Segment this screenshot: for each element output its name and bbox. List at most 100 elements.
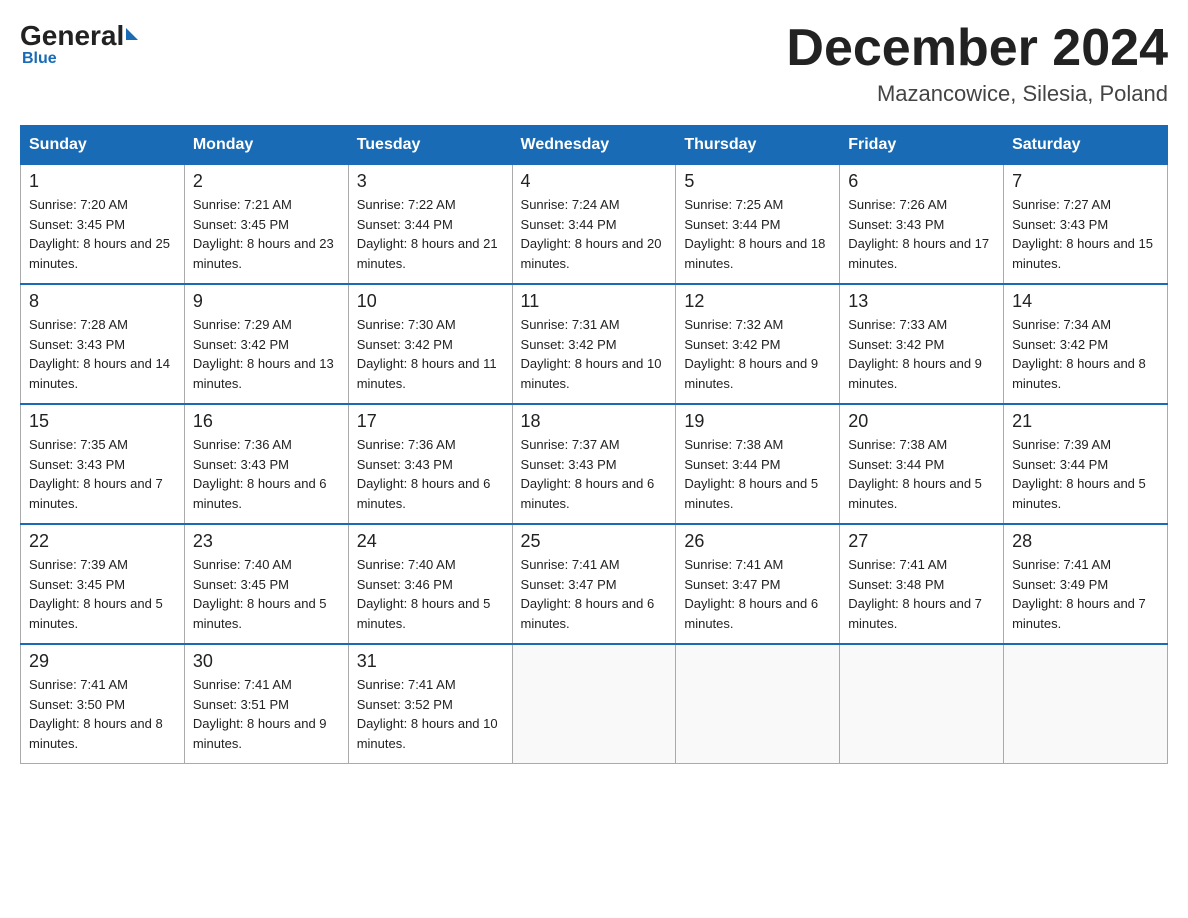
calendar-week-row: 15 Sunrise: 7:35 AMSunset: 3:43 PMDaylig… [21,404,1168,524]
table-row: 9 Sunrise: 7:29 AMSunset: 3:42 PMDayligh… [184,284,348,404]
day-info: Sunrise: 7:40 AMSunset: 3:45 PMDaylight:… [193,557,327,631]
day-number: 25 [521,531,668,552]
day-number: 1 [29,171,176,192]
table-row: 20 Sunrise: 7:38 AMSunset: 3:44 PMDaylig… [840,404,1004,524]
day-number: 24 [357,531,504,552]
col-tuesday: Tuesday [348,126,512,165]
logo-blue-part [124,32,138,40]
day-number: 17 [357,411,504,432]
day-number: 20 [848,411,995,432]
day-number: 18 [521,411,668,432]
table-row: 14 Sunrise: 7:34 AMSunset: 3:42 PMDaylig… [1004,284,1168,404]
day-number: 12 [684,291,831,312]
day-number: 23 [193,531,340,552]
calendar-week-row: 8 Sunrise: 7:28 AMSunset: 3:43 PMDayligh… [21,284,1168,404]
day-number: 5 [684,171,831,192]
logo-general-text: General [20,20,124,52]
day-info: Sunrise: 7:24 AMSunset: 3:44 PMDaylight:… [521,197,662,271]
table-row: 27 Sunrise: 7:41 AMSunset: 3:48 PMDaylig… [840,524,1004,644]
table-row: 19 Sunrise: 7:38 AMSunset: 3:44 PMDaylig… [676,404,840,524]
day-info: Sunrise: 7:34 AMSunset: 3:42 PMDaylight:… [1012,317,1146,391]
day-info: Sunrise: 7:41 AMSunset: 3:48 PMDaylight:… [848,557,982,631]
table-row [676,644,840,764]
day-number: 28 [1012,531,1159,552]
day-info: Sunrise: 7:41 AMSunset: 3:52 PMDaylight:… [357,677,498,751]
day-number: 27 [848,531,995,552]
day-info: Sunrise: 7:25 AMSunset: 3:44 PMDaylight:… [684,197,825,271]
table-row: 17 Sunrise: 7:36 AMSunset: 3:43 PMDaylig… [348,404,512,524]
table-row: 30 Sunrise: 7:41 AMSunset: 3:51 PMDaylig… [184,644,348,764]
day-info: Sunrise: 7:32 AMSunset: 3:42 PMDaylight:… [684,317,818,391]
table-row: 3 Sunrise: 7:22 AMSunset: 3:44 PMDayligh… [348,165,512,285]
table-row: 26 Sunrise: 7:41 AMSunset: 3:47 PMDaylig… [676,524,840,644]
col-monday: Monday [184,126,348,165]
day-number: 21 [1012,411,1159,432]
day-info: Sunrise: 7:21 AMSunset: 3:45 PMDaylight:… [193,197,334,271]
table-row: 7 Sunrise: 7:27 AMSunset: 3:43 PMDayligh… [1004,165,1168,285]
table-row: 1 Sunrise: 7:20 AMSunset: 3:45 PMDayligh… [21,165,185,285]
day-number: 11 [521,291,668,312]
day-info: Sunrise: 7:30 AMSunset: 3:42 PMDaylight:… [357,317,497,391]
day-info: Sunrise: 7:41 AMSunset: 3:51 PMDaylight:… [193,677,327,751]
title-block: December 2024 Mazancowice, Silesia, Pola… [786,20,1168,107]
day-number: 30 [193,651,340,672]
day-number: 13 [848,291,995,312]
day-number: 4 [521,171,668,192]
day-info: Sunrise: 7:28 AMSunset: 3:43 PMDaylight:… [29,317,170,391]
day-info: Sunrise: 7:38 AMSunset: 3:44 PMDaylight:… [684,437,818,511]
day-info: Sunrise: 7:39 AMSunset: 3:44 PMDaylight:… [1012,437,1146,511]
logo: General Blue [20,20,138,68]
table-row: 8 Sunrise: 7:28 AMSunset: 3:43 PMDayligh… [21,284,185,404]
day-info: Sunrise: 7:38 AMSunset: 3:44 PMDaylight:… [848,437,982,511]
calendar-week-row: 1 Sunrise: 7:20 AMSunset: 3:45 PMDayligh… [21,165,1168,285]
table-row: 22 Sunrise: 7:39 AMSunset: 3:45 PMDaylig… [21,524,185,644]
table-row: 5 Sunrise: 7:25 AMSunset: 3:44 PMDayligh… [676,165,840,285]
table-row [1004,644,1168,764]
day-info: Sunrise: 7:41 AMSunset: 3:47 PMDaylight:… [684,557,818,631]
day-info: Sunrise: 7:20 AMSunset: 3:45 PMDaylight:… [29,197,170,271]
table-row: 2 Sunrise: 7:21 AMSunset: 3:45 PMDayligh… [184,165,348,285]
day-info: Sunrise: 7:27 AMSunset: 3:43 PMDaylight:… [1012,197,1153,271]
day-number: 7 [1012,171,1159,192]
day-info: Sunrise: 7:41 AMSunset: 3:47 PMDaylight:… [521,557,655,631]
table-row: 13 Sunrise: 7:33 AMSunset: 3:42 PMDaylig… [840,284,1004,404]
location-title: Mazancowice, Silesia, Poland [786,81,1168,107]
day-number: 31 [357,651,504,672]
table-row: 10 Sunrise: 7:30 AMSunset: 3:42 PMDaylig… [348,284,512,404]
day-info: Sunrise: 7:39 AMSunset: 3:45 PMDaylight:… [29,557,163,631]
day-number: 19 [684,411,831,432]
table-row: 18 Sunrise: 7:37 AMSunset: 3:43 PMDaylig… [512,404,676,524]
day-number: 9 [193,291,340,312]
page-header: General Blue December 2024 Mazancowice, … [20,20,1168,107]
table-row: 16 Sunrise: 7:36 AMSunset: 3:43 PMDaylig… [184,404,348,524]
table-row: 15 Sunrise: 7:35 AMSunset: 3:43 PMDaylig… [21,404,185,524]
table-row: 12 Sunrise: 7:32 AMSunset: 3:42 PMDaylig… [676,284,840,404]
calendar-header-row: Sunday Monday Tuesday Wednesday Thursday… [21,126,1168,165]
month-title: December 2024 [786,20,1168,77]
day-number: 8 [29,291,176,312]
day-info: Sunrise: 7:26 AMSunset: 3:43 PMDaylight:… [848,197,989,271]
logo-triangle-icon [126,28,138,40]
table-row: 4 Sunrise: 7:24 AMSunset: 3:44 PMDayligh… [512,165,676,285]
table-row: 11 Sunrise: 7:31 AMSunset: 3:42 PMDaylig… [512,284,676,404]
logo-blue-label: Blue [22,50,57,68]
table-row: 6 Sunrise: 7:26 AMSunset: 3:43 PMDayligh… [840,165,1004,285]
day-number: 29 [29,651,176,672]
table-row [512,644,676,764]
col-thursday: Thursday [676,126,840,165]
day-info: Sunrise: 7:40 AMSunset: 3:46 PMDaylight:… [357,557,491,631]
day-info: Sunrise: 7:29 AMSunset: 3:42 PMDaylight:… [193,317,334,391]
day-info: Sunrise: 7:33 AMSunset: 3:42 PMDaylight:… [848,317,982,391]
day-number: 3 [357,171,504,192]
day-number: 15 [29,411,176,432]
day-info: Sunrise: 7:36 AMSunset: 3:43 PMDaylight:… [357,437,491,511]
day-info: Sunrise: 7:41 AMSunset: 3:49 PMDaylight:… [1012,557,1146,631]
day-info: Sunrise: 7:36 AMSunset: 3:43 PMDaylight:… [193,437,327,511]
day-number: 26 [684,531,831,552]
day-number: 2 [193,171,340,192]
day-info: Sunrise: 7:41 AMSunset: 3:50 PMDaylight:… [29,677,163,751]
table-row: 31 Sunrise: 7:41 AMSunset: 3:52 PMDaylig… [348,644,512,764]
col-wednesday: Wednesday [512,126,676,165]
table-row: 28 Sunrise: 7:41 AMSunset: 3:49 PMDaylig… [1004,524,1168,644]
table-row: 24 Sunrise: 7:40 AMSunset: 3:46 PMDaylig… [348,524,512,644]
